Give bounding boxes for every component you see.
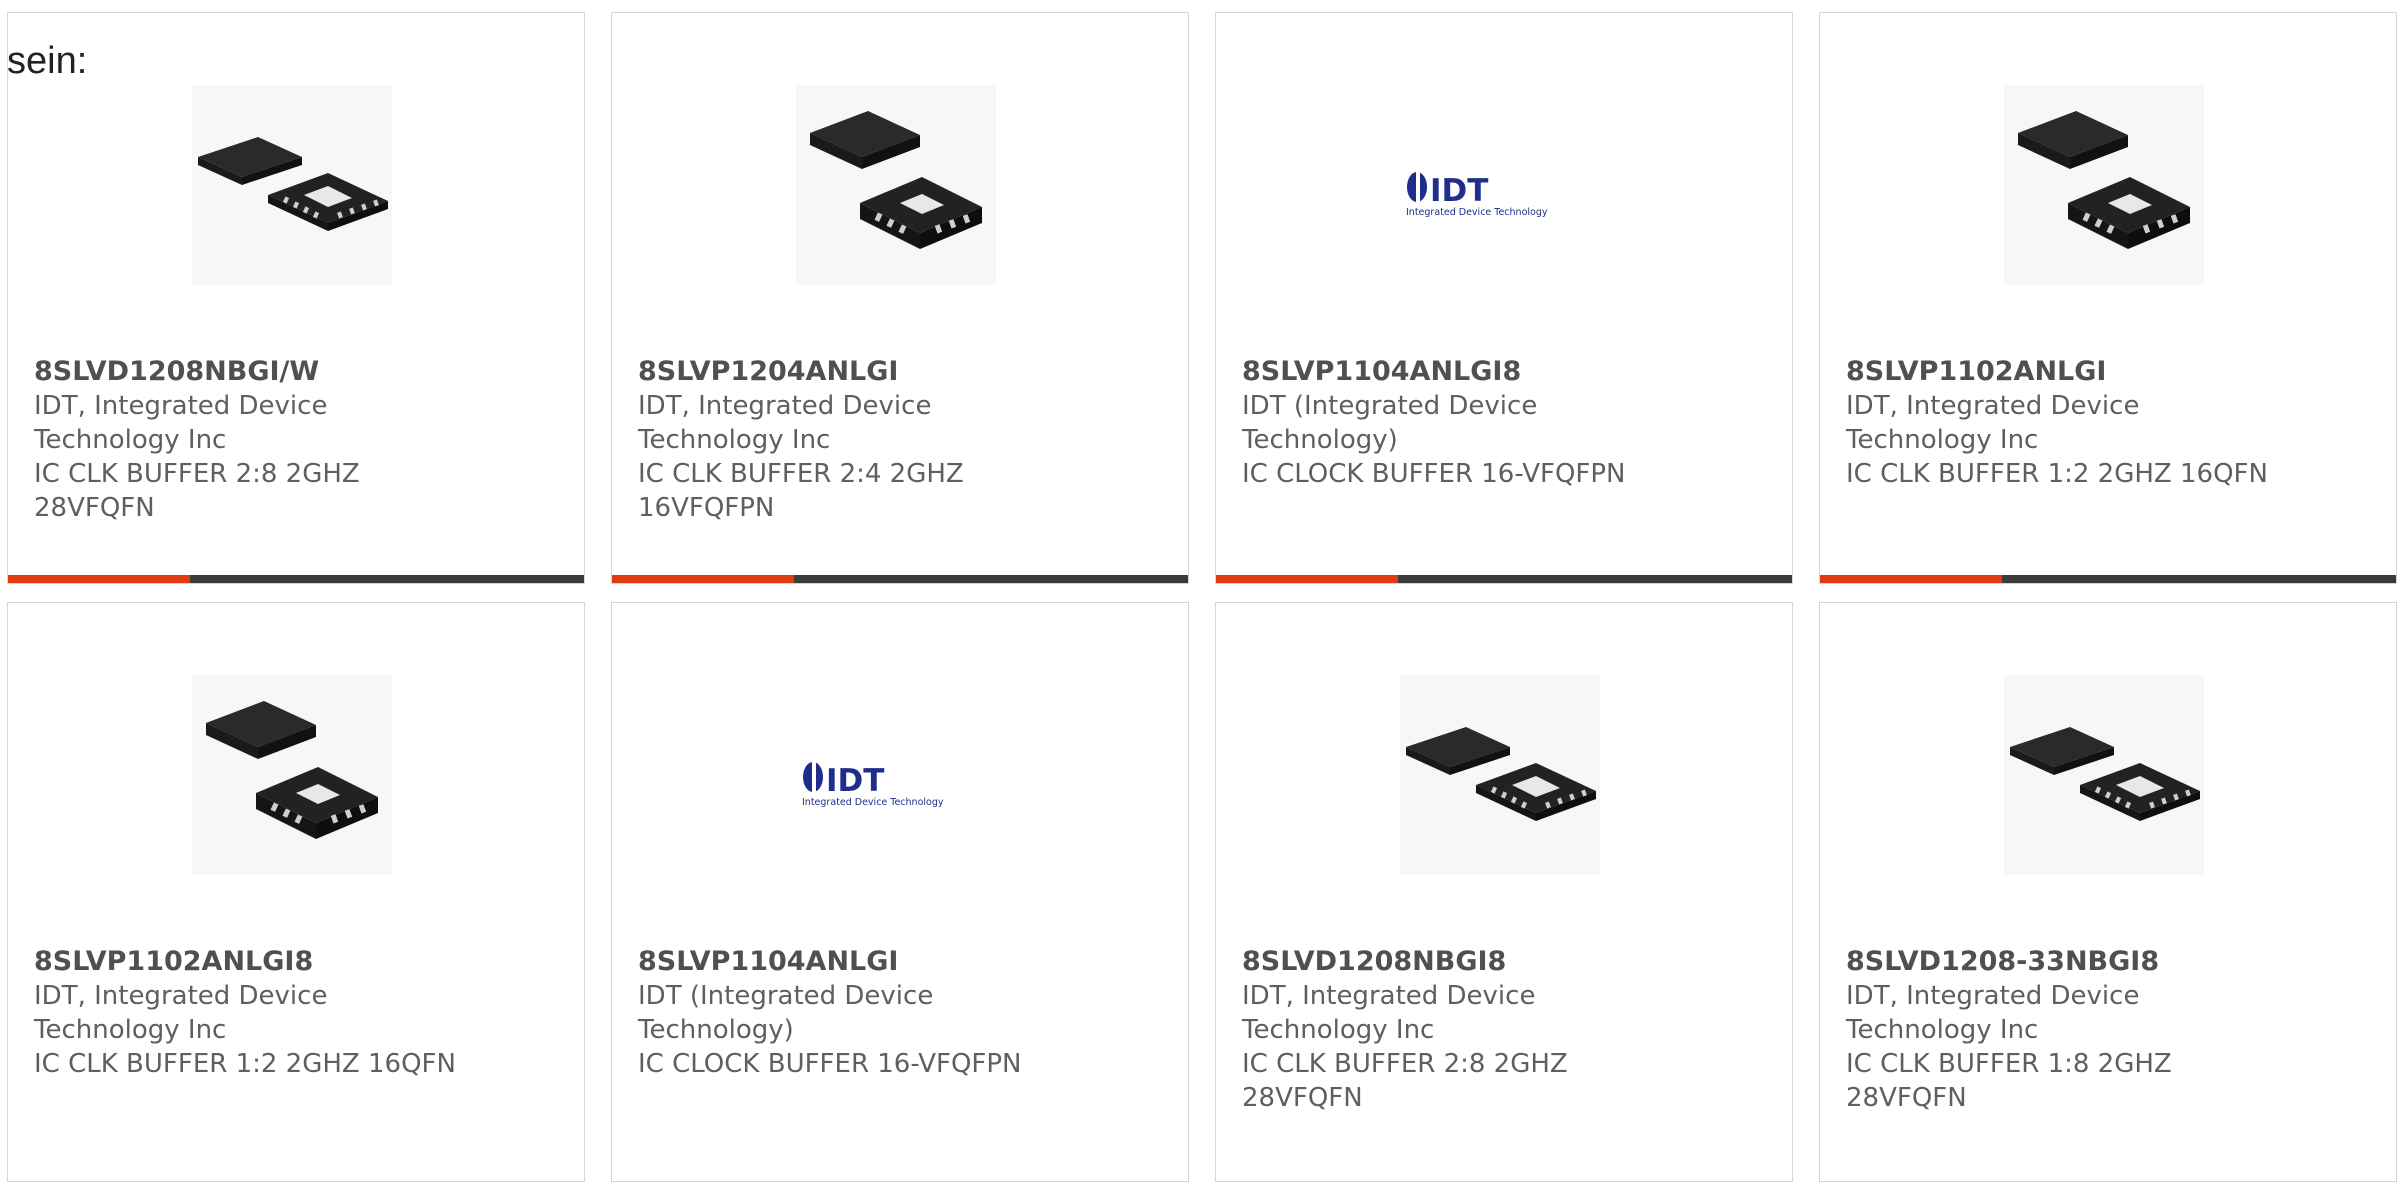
product-info: 8SLVP1104ANLGI IDT (Integrated Device Te… <box>638 945 1158 1081</box>
qfn-chip-28-image[interactable] <box>192 85 392 285</box>
intro-text: sein: <box>7 40 88 82</box>
product-info: 8SLVP1102ANLGI IDT, Integrated Device Te… <box>1846 355 2366 491</box>
manufacturer: IDT, Integrated Device Technology Inc <box>34 391 328 455</box>
qfn-chip-16-image[interactable] <box>2004 85 2204 285</box>
product-info: 8SLVP1102ANLGI8 IDT, Integrated Device T… <box>34 945 554 1081</box>
manufacturer: IDT, Integrated Device Technology Inc <box>34 981 328 1045</box>
card-accent <box>1216 575 1398 583</box>
card-accent <box>8 575 190 583</box>
qfn-chip-16-image[interactable] <box>796 85 996 285</box>
product-description: IC CLOCK BUFFER 16-VFQFPN <box>638 1049 1022 1079</box>
idt-logo-mark: IDT <box>826 763 884 799</box>
idt-logo-tagline: Integrated Device Technology <box>802 797 944 808</box>
product-info: 8SLVP1104ANLGI8 IDT (Integrated Device T… <box>1242 355 1762 491</box>
product-description: IC CLK BUFFER 2:8 2GHZ 28VFQFN <box>1242 1049 1568 1113</box>
idt-logo-image[interactable]: IDT Integrated Device Technology <box>1400 85 1600 285</box>
part-number-link[interactable]: 8SLVD1208-33NBGI8 <box>1846 945 2366 979</box>
part-number-link[interactable]: 8SLVD1208NBGI/W <box>34 355 554 389</box>
part-number-link[interactable]: 8SLVP1102ANLGI <box>1846 355 2366 389</box>
product-description: IC CLK BUFFER 2:4 2GHZ 16VFQFPN <box>638 459 964 523</box>
product-card[interactable]: IDT Integrated Device Technology 8SLVP11… <box>611 602 1189 1182</box>
manufacturer: IDT (Integrated Device Technology) <box>1242 391 1538 455</box>
product-description: IC CLK BUFFER 2:8 2GHZ 28VFQFN <box>34 459 360 523</box>
product-card[interactable]: IDT Integrated Device Technology 8SLVP11… <box>1215 12 1793 584</box>
product-info: 8SLVD1208NBGI/W IDT, Integrated Device T… <box>34 355 554 525</box>
part-number-link[interactable]: 8SLVP1104ANLGI <box>638 945 1158 979</box>
manufacturer: IDT, Integrated Device Technology Inc <box>1242 981 1536 1045</box>
product-description: IC CLK BUFFER 1:8 2GHZ 28VFQFN <box>1846 1049 2172 1113</box>
product-card[interactable]: 8SLVP1204ANLGI IDT, Integrated Device Te… <box>611 12 1189 584</box>
product-info: 8SLVP1204ANLGI IDT, Integrated Device Te… <box>638 355 1158 525</box>
manufacturer: IDT, Integrated Device Technology Inc <box>638 391 932 455</box>
idt-logo-mark: IDT <box>1430 173 1488 209</box>
product-description: IC CLK BUFFER 1:2 2GHZ 16QFN <box>1846 459 2268 489</box>
part-number-link[interactable]: 8SLVP1102ANLGI8 <box>34 945 554 979</box>
product-description: IC CLOCK BUFFER 16-VFQFPN <box>1242 459 1626 489</box>
product-info: 8SLVD1208NBGI8 IDT, Integrated Device Te… <box>1242 945 1762 1115</box>
product-card[interactable]: 8SLVD1208-33NBGI8 IDT, Integrated Device… <box>1819 602 2397 1182</box>
product-grid: 8SLVD1208NBGI/W IDT, Integrated Device T… <box>0 0 2400 1182</box>
idt-logo-tagline: Integrated Device Technology <box>1406 207 1548 218</box>
qfn-chip-28-image[interactable] <box>1400 675 1600 875</box>
product-card[interactable]: 8SLVD1208NBGI8 IDT, Integrated Device Te… <box>1215 602 1793 1182</box>
qfn-chip-28-image[interactable] <box>2004 675 2204 875</box>
product-info: 8SLVD1208-33NBGI8 IDT, Integrated Device… <box>1846 945 2366 1115</box>
product-card[interactable]: 8SLVP1102ANLGI8 IDT, Integrated Device T… <box>7 602 585 1182</box>
manufacturer: IDT, Integrated Device Technology Inc <box>1846 981 2140 1045</box>
card-accent <box>1820 575 2002 583</box>
product-card[interactable]: 8SLVD1208NBGI/W IDT, Integrated Device T… <box>7 12 585 584</box>
part-number-link[interactable]: 8SLVP1204ANLGI <box>638 355 1158 389</box>
card-bottom-bar <box>1820 575 2396 583</box>
card-bottom-bar <box>8 575 584 583</box>
part-number-link[interactable]: 8SLVP1104ANLGI8 <box>1242 355 1762 389</box>
idt-logo-image[interactable]: IDT Integrated Device Technology <box>796 675 996 875</box>
product-card[interactable]: 8SLVP1102ANLGI IDT, Integrated Device Te… <box>1819 12 2397 584</box>
manufacturer: IDT (Integrated Device Technology) <box>638 981 934 1045</box>
card-accent <box>612 575 794 583</box>
card-bottom-bar <box>1216 575 1792 583</box>
part-number-link[interactable]: 8SLVD1208NBGI8 <box>1242 945 1762 979</box>
manufacturer: IDT, Integrated Device Technology Inc <box>1846 391 2140 455</box>
qfn-chip-16-image[interactable] <box>192 675 392 875</box>
card-bottom-bar <box>612 575 1188 583</box>
product-description: IC CLK BUFFER 1:2 2GHZ 16QFN <box>34 1049 456 1079</box>
